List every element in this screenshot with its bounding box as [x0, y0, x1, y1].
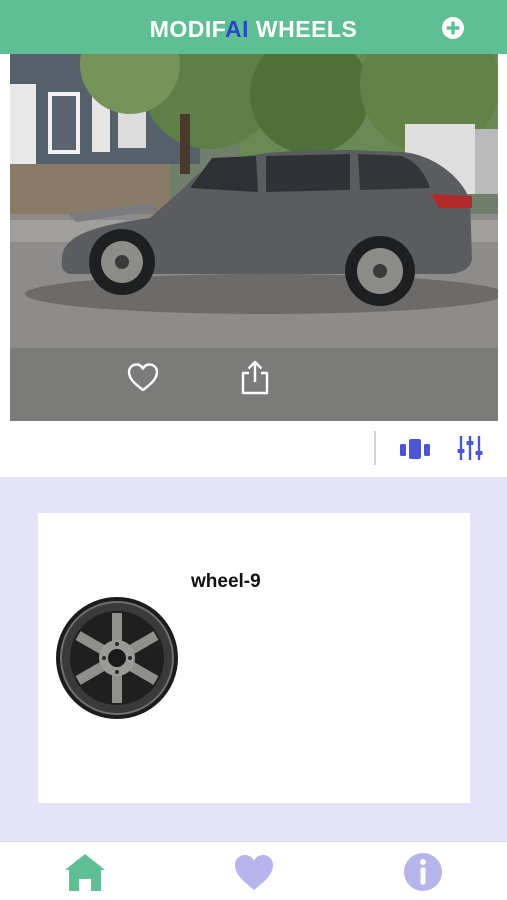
- bottom-tab-bar: [0, 841, 507, 900]
- app-title-prefix: MODIF: [149, 16, 226, 42]
- wheel-list: wheel-9: [0, 477, 507, 841]
- compare-icon[interactable]: [400, 438, 430, 460]
- home-icon[interactable]: [63, 851, 107, 893]
- plus-circle-icon[interactable]: [441, 16, 465, 40]
- vehicle-preview-photo: [10, 54, 498, 421]
- share-icon[interactable]: [240, 359, 270, 395]
- wheel-thumbnail-icon: [56, 597, 178, 719]
- preview-action-bar: [10, 348, 498, 421]
- wheel-name: wheel-9: [191, 571, 261, 592]
- heart-icon[interactable]: [232, 851, 276, 893]
- app-header: MODIFAI WHEELS: [0, 0, 507, 54]
- wheel-card[interactable]: wheel-9: [38, 513, 470, 803]
- heart-outline-icon[interactable]: [126, 361, 160, 395]
- options-toolbar: [0, 421, 507, 477]
- toolbar-divider: [374, 431, 376, 465]
- info-icon[interactable]: [401, 851, 445, 893]
- app-title: MODIFAI WHEELS: [0, 0, 507, 54]
- app-title-highlight: AI: [225, 16, 250, 42]
- sliders-icon[interactable]: [457, 435, 483, 461]
- app-title-suffix: WHEELS: [249, 16, 358, 42]
